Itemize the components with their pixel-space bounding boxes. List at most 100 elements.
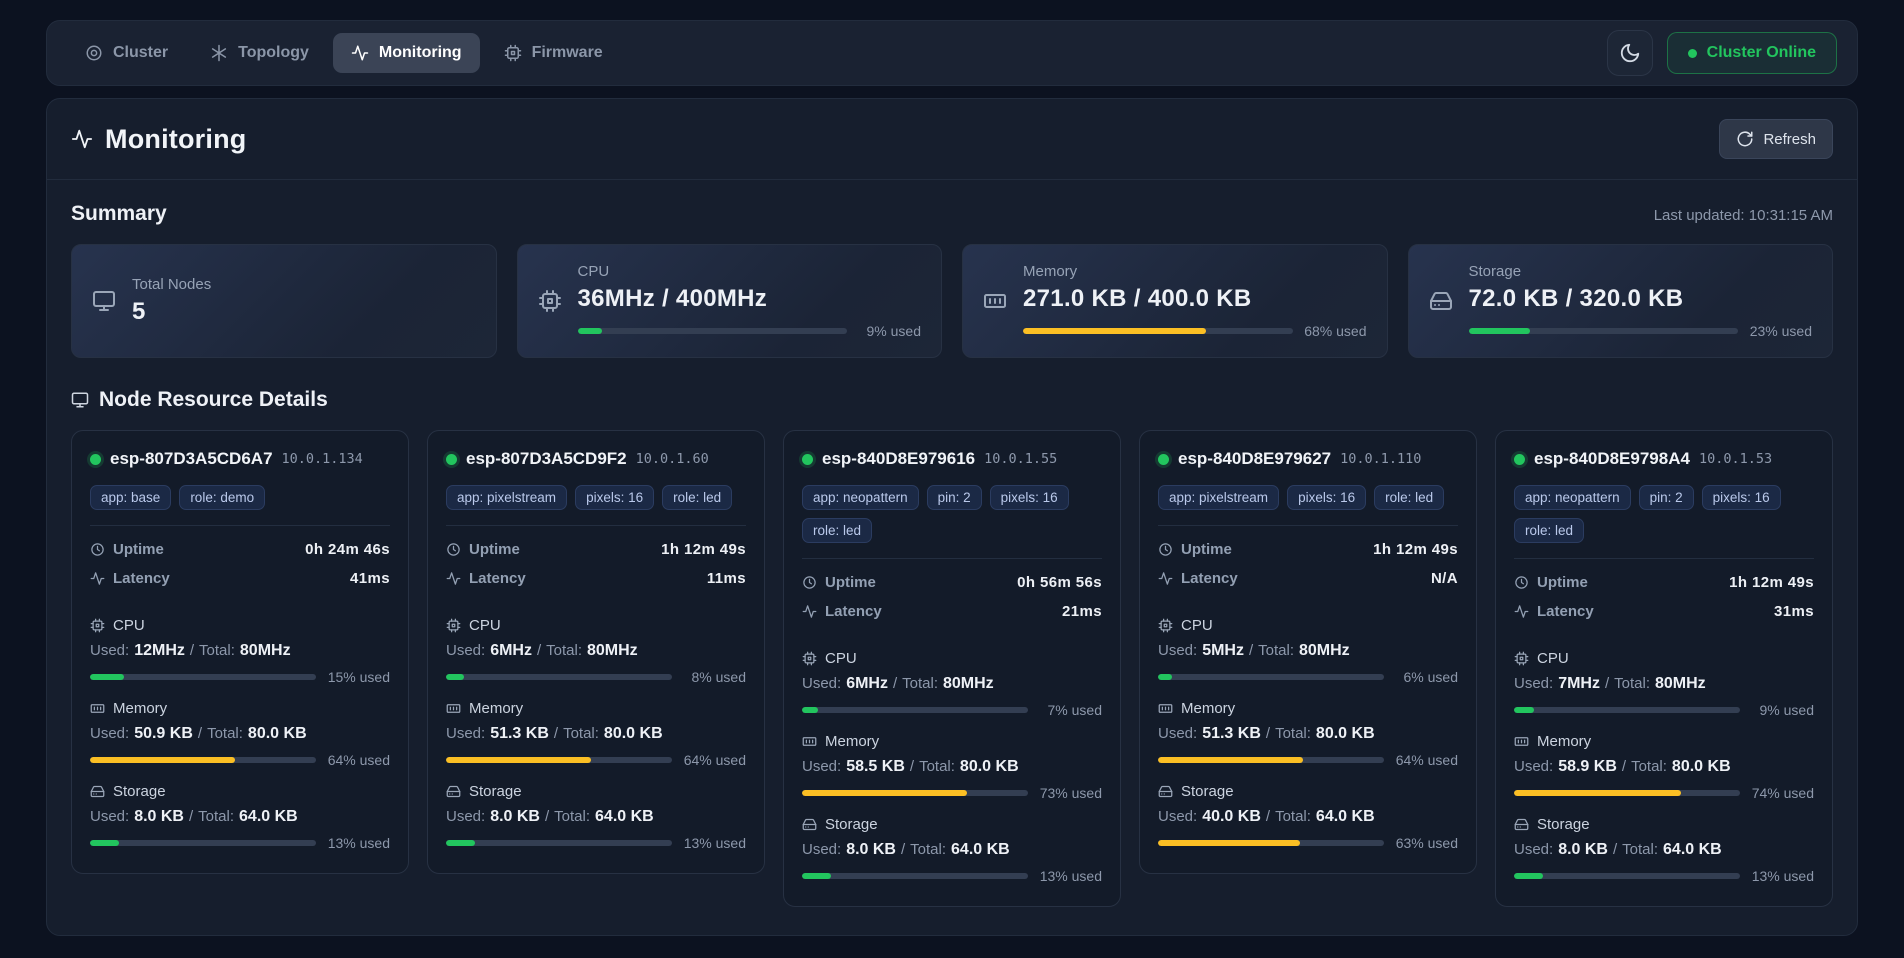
resource-values: Used: 8.0 KB / Total: 64.0 KB xyxy=(90,808,390,826)
resource-values: Used: 51.3 KB / Total: 80.0 KB xyxy=(1158,725,1458,743)
resource-header: Storage xyxy=(446,783,746,800)
online-dot-icon xyxy=(1688,49,1697,58)
resource-header: CPU xyxy=(802,650,1102,667)
resource-label: CPU xyxy=(469,617,501,634)
chip-icon xyxy=(446,618,461,633)
tab-firmware[interactable]: Firmware xyxy=(486,33,621,73)
node-tags: app: base role: demo xyxy=(90,485,390,510)
chip-icon xyxy=(504,44,522,62)
resource-section: Storage Used: 8.0 KB / Total: 64.0 KB xyxy=(1514,816,1814,884)
node-header: esp-840D8E979627 10.0.1.110 xyxy=(1158,449,1458,469)
tab-monitoring[interactable]: Monitoring xyxy=(333,33,480,73)
node-ip: 10.0.1.134 xyxy=(282,451,363,467)
node-name: esp-807D3A5CD9F2 xyxy=(466,449,627,469)
total-prefix: Total: xyxy=(563,725,599,742)
total-prefix: Total: xyxy=(910,841,946,858)
uptime-value: 1h 12m 49s xyxy=(1373,541,1458,558)
resource-label: Storage xyxy=(1181,783,1234,800)
resource-values: Used: 12MHz / Total: 80MHz xyxy=(90,642,390,660)
tab-cluster[interactable]: Cluster xyxy=(67,33,186,73)
used-value: 58.5 KB xyxy=(846,758,905,776)
used-prefix: Used: xyxy=(802,675,841,692)
uptime-label-text: Uptime xyxy=(113,541,164,558)
tab-topology[interactable]: Topology xyxy=(192,33,327,73)
resource-values: Used: 58.9 KB / Total: 80.0 KB xyxy=(1514,758,1814,776)
latency-icon xyxy=(446,571,461,586)
resource-values: Used: 8.0 KB / Total: 64.0 KB xyxy=(446,808,746,826)
total-value: 80.0 KB xyxy=(1672,758,1731,776)
cluster-status-badge[interactable]: Cluster Online xyxy=(1667,32,1837,74)
total-value: 80.0 KB xyxy=(604,725,663,743)
progress-row: 74% used xyxy=(1514,785,1814,801)
summary-card-body: Storage 72.0 KB / 320.0 KB 23% used xyxy=(1469,263,1813,339)
progress-row: 6% used xyxy=(1158,669,1458,685)
percent-used-label: 6% used xyxy=(1394,669,1458,685)
latency-label-text: Latency xyxy=(825,603,882,620)
progress-bar xyxy=(446,840,672,846)
progress-fill xyxy=(90,674,124,680)
monitor-icon xyxy=(71,391,89,409)
resource-label: Storage xyxy=(1537,816,1590,833)
progress-row: 23% used xyxy=(1469,323,1813,339)
progress-fill xyxy=(446,674,464,680)
resource-section: Memory Used: 51.3 KB / Total: 80.0 KB xyxy=(1158,700,1458,768)
latency-value: 11ms xyxy=(707,570,746,587)
used-value: 8.0 KB xyxy=(490,808,540,826)
latency-icon xyxy=(1158,571,1173,586)
nav-tab-label: Cluster xyxy=(113,44,168,62)
refresh-button[interactable]: Refresh xyxy=(1719,119,1833,159)
storage-icon xyxy=(1514,817,1529,832)
chip-icon xyxy=(538,289,562,313)
used-prefix: Used: xyxy=(90,725,129,742)
memory-icon xyxy=(802,734,817,749)
latency-row: Latency 21ms xyxy=(802,597,1102,626)
resource-section: Memory Used: 50.9 KB / Total: 80.0 KB xyxy=(90,700,390,768)
progress-row: 7% used xyxy=(802,702,1102,718)
resource-header: Storage xyxy=(1514,816,1814,833)
node-tags: app: pixelstream pixels: 16 role: led xyxy=(446,485,746,510)
latency-label-text: Latency xyxy=(113,570,170,587)
resource-values: Used: 6MHz / Total: 80MHz xyxy=(446,642,746,660)
resource-section: Memory Used: 58.5 KB / Total: 80.0 KB xyxy=(802,733,1102,801)
resource-header: Memory xyxy=(802,733,1102,750)
progress-fill xyxy=(1514,790,1681,796)
summary-card: Storage 72.0 KB / 320.0 KB 23% used xyxy=(1408,244,1834,358)
node-name: esp-840D8E979616 xyxy=(822,449,975,469)
progress-bar xyxy=(1469,328,1739,334)
node-stats: Uptime 0h 56m 56s Latency 21ms xyxy=(802,558,1102,635)
top-navigation: Cluster Topology Monitoring Firmware xyxy=(46,20,1858,86)
node-tag: role: demo xyxy=(179,485,265,510)
page-title: Monitoring xyxy=(71,124,246,155)
value-separator: / xyxy=(901,841,905,858)
progress-bar xyxy=(446,674,672,680)
latency-icon xyxy=(1514,604,1529,619)
monitor-icon xyxy=(92,289,116,313)
percent-used-label: 64% used xyxy=(1394,752,1458,768)
moon-icon xyxy=(1619,42,1641,64)
total-value: 64.0 KB xyxy=(1316,808,1375,826)
node-tag: pixels: 16 xyxy=(575,485,654,510)
resource-header: Storage xyxy=(1158,783,1458,800)
chip-icon xyxy=(1158,618,1173,633)
resource-values: Used: 51.3 KB / Total: 80.0 KB xyxy=(446,725,746,743)
memory-icon xyxy=(1514,734,1529,749)
resource-section: CPU Used: 7MHz / Total: 80MHz xyxy=(1514,650,1814,718)
uptime-label: Uptime xyxy=(446,541,520,558)
used-prefix: Used: xyxy=(1514,675,1553,692)
total-prefix: Total: xyxy=(1614,675,1650,692)
progress-row: 13% used xyxy=(446,835,746,851)
summary-title: Summary xyxy=(71,202,167,226)
uptime-row: Uptime 0h 56m 56s xyxy=(802,568,1102,597)
node-tags: app: pixelstream pixels: 16 role: led xyxy=(1158,485,1458,510)
latency-label: Latency xyxy=(90,570,170,587)
total-prefix: Total: xyxy=(198,808,234,825)
resource-label: Memory xyxy=(113,700,167,717)
resource-label: Storage xyxy=(825,816,878,833)
progress-bar xyxy=(802,707,1028,713)
theme-toggle-button[interactable] xyxy=(1607,30,1653,76)
used-prefix: Used: xyxy=(1158,725,1197,742)
total-value: 80MHz xyxy=(943,675,994,693)
total-prefix: Total: xyxy=(554,808,590,825)
resource-label: CPU xyxy=(825,650,857,667)
percent-used-label: 64% used xyxy=(326,752,390,768)
